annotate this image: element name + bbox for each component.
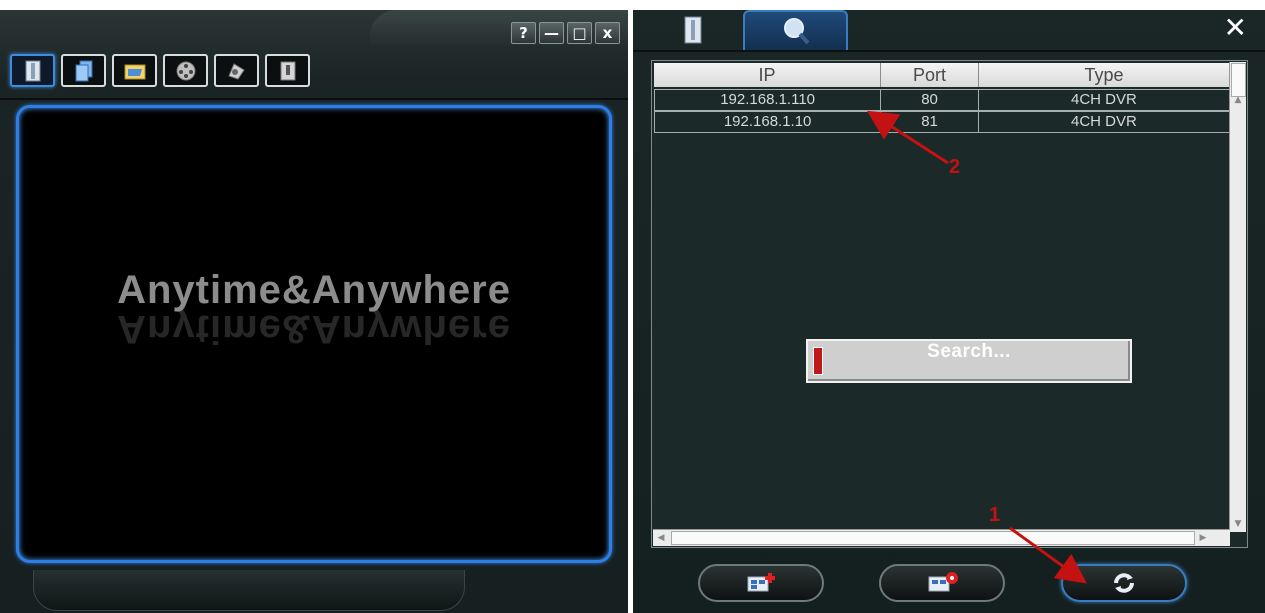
address-book-icon xyxy=(25,60,40,81)
column-header-type[interactable]: Type xyxy=(979,63,1230,87)
search-icon xyxy=(783,18,809,45)
close-button[interactable]: ✕ xyxy=(1224,12,1247,44)
device-settings-icon xyxy=(928,572,958,592)
table-row[interactable]: 192.168.1.110 80 4CH DVR xyxy=(654,89,1230,111)
annotation-label-1: 1 xyxy=(989,504,1001,526)
video-display[interactable]: Anytime&Anywhere Anytime&Anywhere xyxy=(16,105,612,563)
brand-logo-reflection: Anytime&Anywhere xyxy=(117,307,511,351)
record-list-icon xyxy=(75,60,92,81)
refresh-icon xyxy=(1114,573,1134,593)
scroll-down-icon[interactable]: ▼ xyxy=(1230,516,1246,532)
minimize-icon: — xyxy=(544,24,559,42)
vertical-scrollbar[interactable]: ▲ ▼ xyxy=(1229,62,1246,532)
cell-type: 4CH DVR xyxy=(1071,113,1137,130)
window-controls: ? — □ x xyxy=(511,22,620,44)
annotation-label-2: 2 xyxy=(949,156,961,178)
maximize-button[interactable]: □ xyxy=(567,22,592,44)
horizontal-scrollbar[interactable]: ◀ ▶ xyxy=(653,529,1230,546)
camera-icon xyxy=(227,62,245,80)
camera-button[interactable] xyxy=(214,54,259,87)
help-button[interactable]: ? xyxy=(511,22,536,44)
live-view-window: ? — □ x Anytime&Anywhere Anytime&Anywher… xyxy=(0,10,628,613)
folder-button[interactable] xyxy=(112,54,157,87)
divider xyxy=(633,50,1265,52)
scrollbar-thumb[interactable] xyxy=(671,531,1195,545)
add-device-button[interactable] xyxy=(698,564,824,602)
device-settings-button[interactable] xyxy=(879,564,1005,602)
device-search-window: ✕ IP Port Type 192.168.1.110 80 4CH DVR … xyxy=(633,10,1265,613)
cell-port: 81 xyxy=(881,112,979,132)
maximize-icon: □ xyxy=(572,24,587,42)
folder-icon xyxy=(124,64,145,79)
tab-address-book[interactable] xyxy=(663,10,723,50)
cell-ip: 192.168.1.110 xyxy=(655,90,882,110)
scroll-up-icon[interactable]: ▲ xyxy=(1230,92,1246,108)
info-button[interactable] xyxy=(265,54,310,87)
main-toolbar xyxy=(10,54,310,87)
address-book-icon xyxy=(684,16,702,44)
tab-search[interactable] xyxy=(743,10,848,50)
table-header: IP Port Type xyxy=(654,63,1230,87)
refresh-search-button[interactable] xyxy=(1061,564,1187,602)
close-icon: ✕ xyxy=(1223,11,1247,44)
close-button[interactable]: x xyxy=(595,22,620,44)
scroll-right-icon[interactable]: ▶ xyxy=(1195,530,1211,546)
search-status-label: Search... xyxy=(927,341,1011,362)
info-icon xyxy=(280,61,295,80)
divider xyxy=(0,98,628,100)
playback-button[interactable] xyxy=(163,54,208,87)
film-reel-icon xyxy=(176,61,195,80)
device-list[interactable]: IP Port Type 192.168.1.110 80 4CH DVR 19… xyxy=(651,60,1248,548)
address-book-button[interactable] xyxy=(10,54,55,87)
cell-type: 4CH DVR xyxy=(1071,91,1137,108)
add-device-icon xyxy=(747,573,775,592)
column-header-ip[interactable]: IP xyxy=(654,63,881,87)
table-body: 192.168.1.110 80 4CH DVR 192.168.1.10 81… xyxy=(654,89,1230,133)
minimize-button[interactable]: — xyxy=(539,22,564,44)
monitor-stand xyxy=(33,570,465,611)
cell-port: 80 xyxy=(881,90,979,110)
record-list-button[interactable] xyxy=(61,54,106,87)
cell-ip: 192.168.1.10 xyxy=(655,112,882,132)
close-icon: x xyxy=(602,24,613,42)
help-icon: ? xyxy=(519,24,528,42)
scroll-left-icon[interactable]: ◀ xyxy=(653,530,669,546)
column-header-port[interactable]: Port xyxy=(881,63,979,87)
table-row[interactable]: 192.168.1.10 81 4CH DVR xyxy=(654,111,1230,133)
search-progress-dialog: Search... xyxy=(806,339,1132,383)
